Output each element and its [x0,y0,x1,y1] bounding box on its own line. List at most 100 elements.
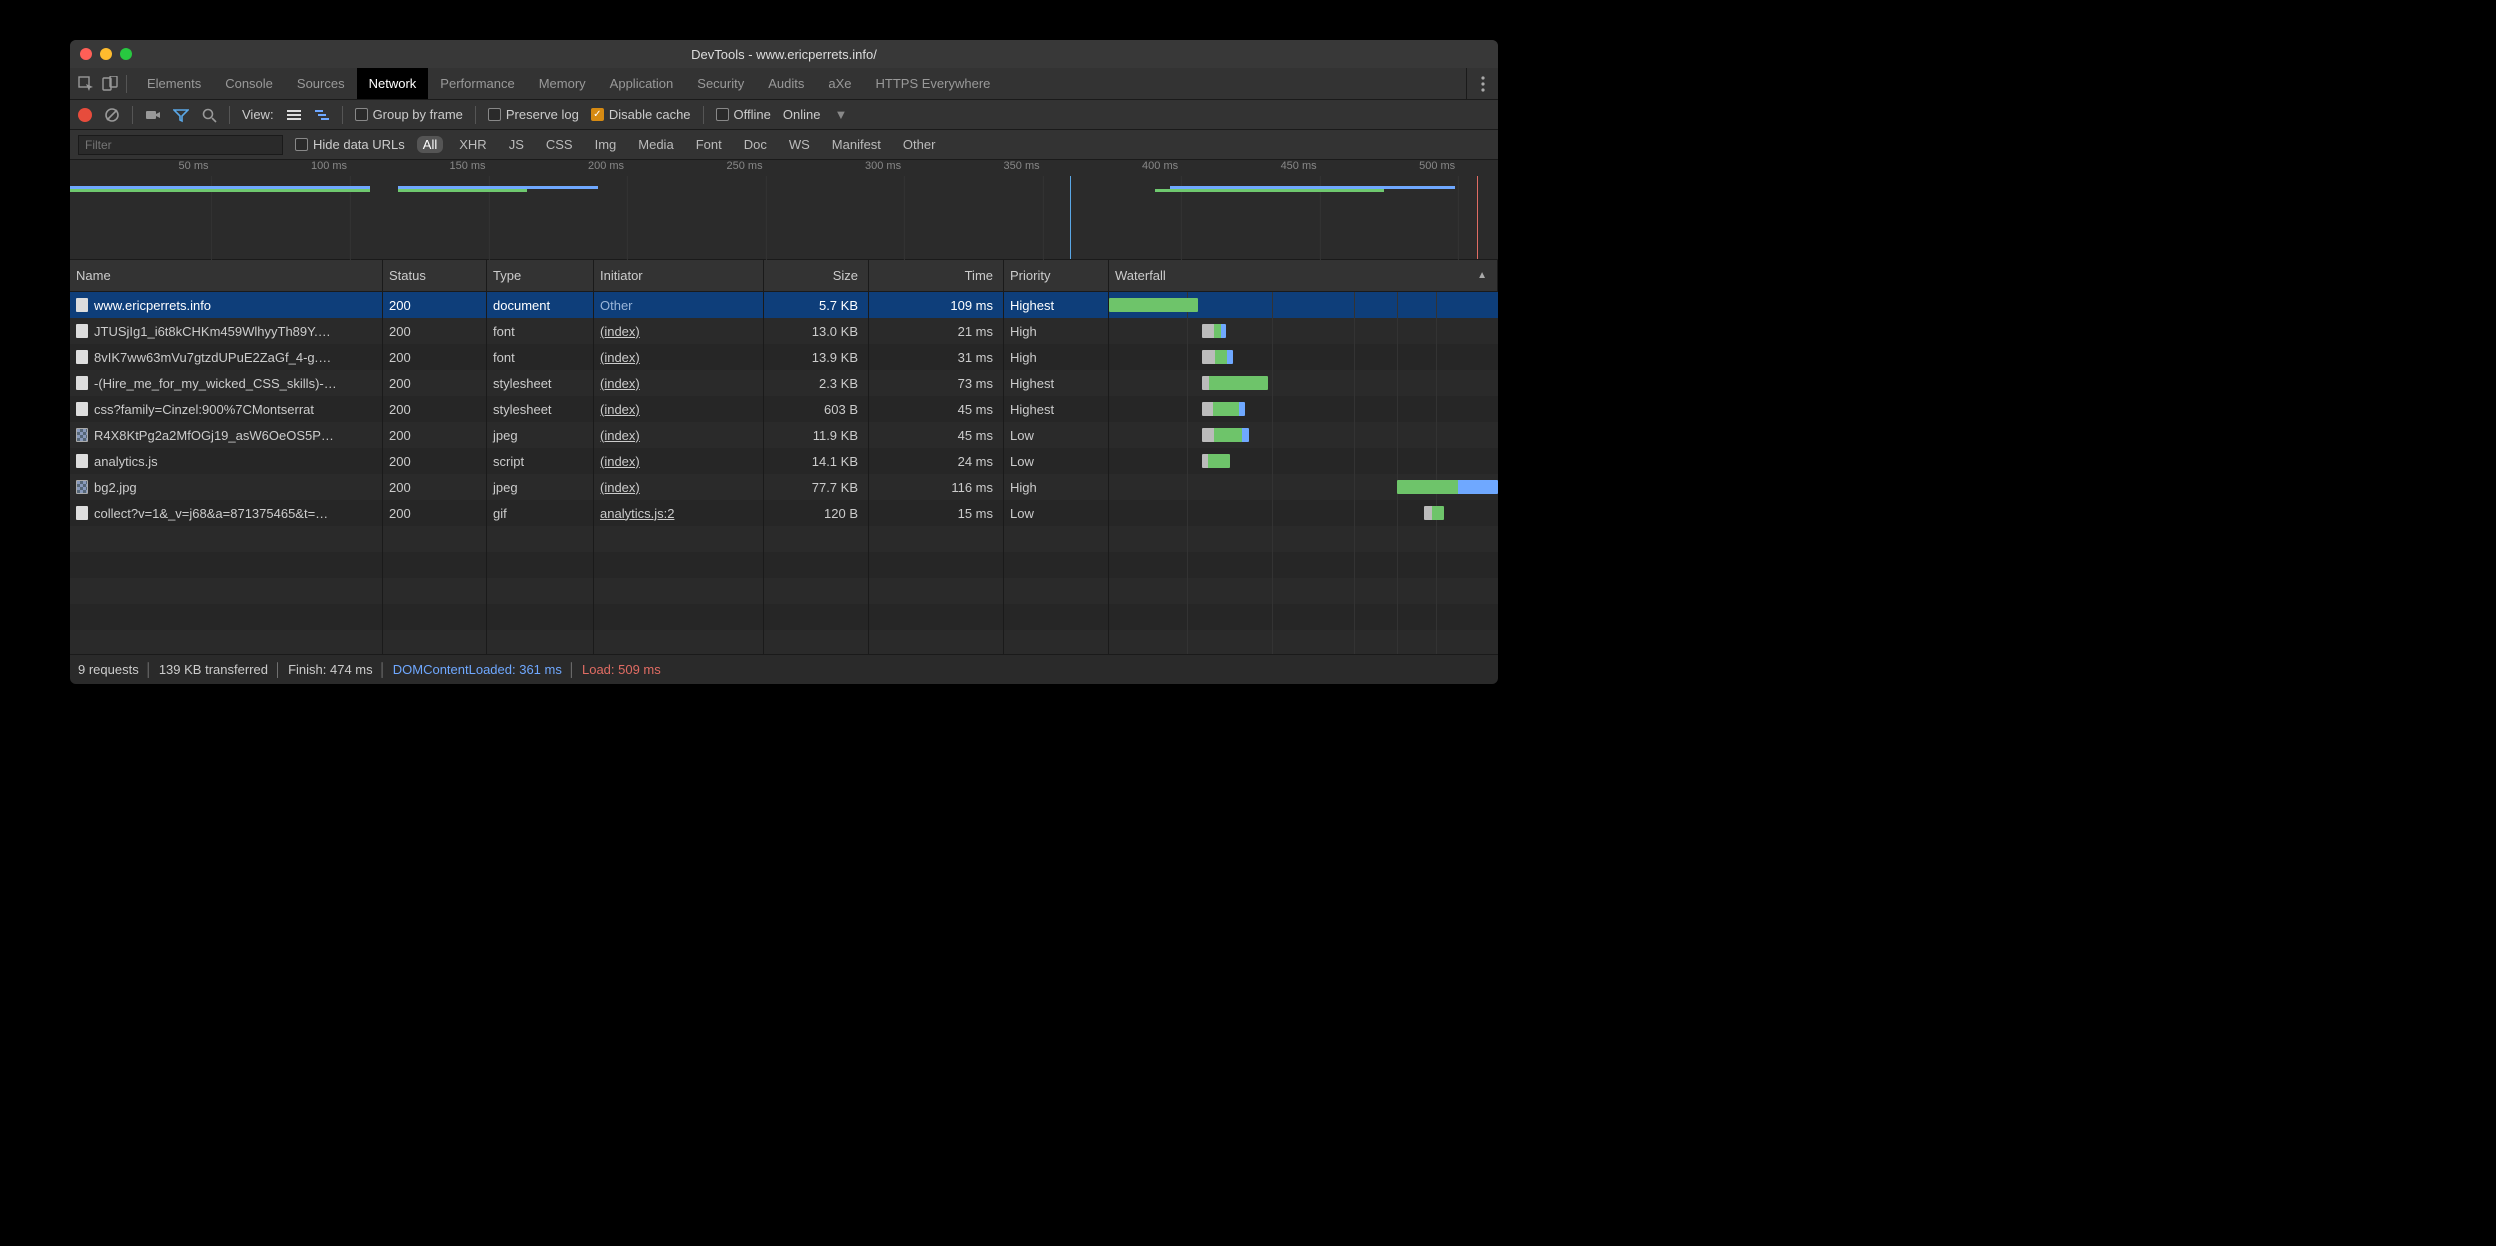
close-icon[interactable] [80,48,92,60]
view-list-icon[interactable] [286,107,302,123]
tab-network[interactable]: Network [357,68,429,99]
filter-icon[interactable] [173,107,189,123]
tick-label: 150 ms [449,160,485,172]
request-waterfall [1109,500,1498,526]
request-priority: High [1004,474,1109,500]
device-toggle-icon[interactable] [102,76,118,92]
table-row[interactable]: JTUSjIg1_i6t8kCHKm459WlhyyTh89Y.…200font… [70,318,1498,344]
inspect-element-icon[interactable] [78,76,94,92]
filter-type-media[interactable]: Media [632,136,679,153]
header-time[interactable]: Time [869,260,1004,291]
request-time: 45 ms [869,422,1004,448]
table-row[interactable]: 8vIK7ww63mVu7gtzdUPuE2ZaGf_4-g.…200font(… [70,344,1498,370]
header-waterfall[interactable]: Waterfall ▲ [1109,260,1498,291]
filter-type-other[interactable]: Other [897,136,942,153]
request-priority: High [1004,318,1109,344]
request-name: -(Hire_me_for_my_wicked_CSS_skills)-… [94,376,337,391]
tab-memory[interactable]: Memory [527,68,598,99]
request-initiator[interactable]: analytics.js:2 [600,506,674,521]
request-initiator[interactable]: (index) [600,376,640,391]
minimize-icon[interactable] [100,48,112,60]
timeline-overview[interactable]: 50 ms100 ms150 ms200 ms250 ms300 ms350 m… [70,160,1498,260]
table-row[interactable]: www.ericperrets.info200documentOther5.7 … [70,292,1498,318]
offline-label: Offline [734,107,771,122]
offline-checkbox[interactable]: Offline [716,107,771,122]
request-initiator[interactable]: (index) [600,402,640,417]
tick-label: 400 ms [1142,160,1178,172]
request-initiator[interactable]: (index) [600,428,640,443]
filter-type-xhr[interactable]: XHR [453,136,492,153]
table-row[interactable]: css?family=Cinzel:900%7CMontserrat200sty… [70,396,1498,422]
tab-console[interactable]: Console [213,68,285,99]
request-size: 2.3 KB [764,370,869,396]
header-type[interactable]: Type [487,260,594,291]
filter-type-css[interactable]: CSS [540,136,579,153]
header-name[interactable]: Name [70,260,383,291]
throttling-select[interactable]: Online ▼ [783,107,847,122]
table-row[interactable]: bg2.jpg200jpeg(index)77.7 KB116 msHigh [70,474,1498,500]
image-file-icon [76,428,88,442]
empty-row [70,526,1498,552]
tab-https-everywhere[interactable]: HTTPS Everywhere [864,68,1003,99]
filter-type-manifest[interactable]: Manifest [826,136,887,153]
table-row[interactable]: analytics.js200script(index)14.1 KB24 ms… [70,448,1498,474]
request-name: 8vIK7ww63mVu7gtzdUPuE2ZaGf_4-g.… [94,350,331,365]
overview-lane [70,189,370,192]
clear-icon[interactable] [104,107,120,123]
filter-type-img[interactable]: Img [589,136,623,153]
request-type: jpeg [487,474,594,500]
camera-icon[interactable] [145,107,161,123]
preserve-log-checkbox[interactable]: Preserve log [488,107,579,122]
window-title: DevTools - www.ericperrets.info/ [70,47,1498,62]
tab-elements[interactable]: Elements [135,68,213,99]
request-initiator[interactable]: (index) [600,350,640,365]
request-initiator[interactable]: (index) [600,454,640,469]
maximize-icon[interactable] [120,48,132,60]
filter-input[interactable] [78,135,283,155]
table-row[interactable]: -(Hire_me_for_my_wicked_CSS_skills)-…200… [70,370,1498,396]
network-toolbar: View: Group by frame Preserve log Disabl… [70,100,1498,130]
request-time: 21 ms [869,318,1004,344]
filter-type-js[interactable]: JS [503,136,530,153]
table-row[interactable]: collect?v=1&_v=j68&a=871375465&t=…200gif… [70,500,1498,526]
tab-application[interactable]: Application [598,68,686,99]
filter-type-font[interactable]: Font [690,136,728,153]
tab-security[interactable]: Security [685,68,756,99]
separator [475,106,476,124]
header-initiator[interactable]: Initiator [594,260,764,291]
disable-cache-label: Disable cache [609,107,691,122]
header-size[interactable]: Size [764,260,869,291]
more-options-icon[interactable] [1466,68,1498,99]
hide-data-urls-checkbox[interactable]: Hide data URLs [295,137,405,152]
tab-axe[interactable]: aXe [816,68,863,99]
devtools-window: DevTools - www.ericperrets.info/ Element… [70,40,1498,684]
request-type: font [487,318,594,344]
disable-cache-checkbox[interactable]: Disable cache [591,107,691,122]
header-status[interactable]: Status [383,260,487,291]
table-row[interactable]: R4X8KtPg2a2MfOGj19_asW6OeOS5P…200jpeg(in… [70,422,1498,448]
filter-type-ws[interactable]: WS [783,136,816,153]
separator [126,75,127,93]
separator [703,106,704,124]
request-status: 200 [383,292,487,318]
group-by-frame-checkbox[interactable]: Group by frame [355,107,463,122]
traffic-lights [80,48,132,60]
type-filters: All XHR JS CSS Img Media Font Doc WS Manifest Othe… [417,136,942,153]
search-icon[interactable] [201,107,217,123]
request-initiator[interactable]: (index) [600,324,640,339]
view-waterfall-icon[interactable] [314,107,330,123]
request-size: 5.7 KB [764,292,869,318]
request-waterfall [1109,344,1498,370]
filter-type-doc[interactable]: Doc [738,136,773,153]
header-priority[interactable]: Priority [1004,260,1109,291]
panel-tabs: ElementsConsoleSourcesNetworkPerformance… [70,68,1498,100]
tab-performance[interactable]: Performance [428,68,526,99]
tab-audits[interactable]: Audits [756,68,816,99]
request-initiator[interactable]: (index) [600,480,640,495]
filter-type-all[interactable]: All [417,136,443,153]
record-icon[interactable] [78,108,92,122]
request-status: 200 [383,318,487,344]
tab-sources[interactable]: Sources [285,68,357,99]
file-icon [76,402,88,416]
request-name: bg2.jpg [94,480,137,495]
